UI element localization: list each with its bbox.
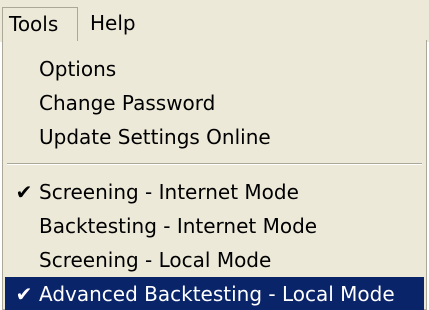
menu-help[interactable]: Help — [86, 7, 156, 41]
menu-item-update-settings-online[interactable]: Update Settings Online — [5, 120, 424, 154]
tools-dropdown-menu: Options Change Password Update Settings … — [2, 40, 427, 310]
menu-item-backtesting-internet-mode[interactable]: Backtesting - Internet Mode — [5, 209, 424, 243]
menu-separator — [7, 163, 422, 165]
menu-tools[interactable]: Tools — [2, 7, 78, 41]
menu-bar: Tools Help — [0, 0, 429, 42]
menu-item-change-password[interactable]: Change Password — [5, 86, 424, 120]
menu-item-label: Backtesting - Internet Mode — [39, 214, 318, 238]
menu-item-screening-internet-mode[interactable]: ✔ Screening - Internet Mode — [5, 175, 424, 209]
menu-item-label: Screening - Internet Mode — [39, 180, 299, 204]
menu-item-advanced-backtesting-local-mode[interactable]: ✔ Advanced Backtesting - Local Mode — [5, 277, 424, 310]
menu-item-options[interactable]: Options — [5, 52, 424, 86]
screenshot-root: Tools Help Options Change Password Updat… — [0, 0, 429, 310]
menu-item-label: Advanced Backtesting - Local Mode — [39, 282, 395, 306]
checkmark-icon: ✔ — [15, 282, 33, 306]
menu-item-label: Options — [39, 57, 117, 81]
menu-item-label: Change Password — [39, 91, 216, 115]
menu-item-label: Update Settings Online — [39, 125, 271, 149]
menu-item-screening-local-mode[interactable]: Screening - Local Mode — [5, 243, 424, 277]
menu-item-label: Screening - Local Mode — [39, 248, 272, 272]
checkmark-icon: ✔ — [15, 180, 33, 204]
